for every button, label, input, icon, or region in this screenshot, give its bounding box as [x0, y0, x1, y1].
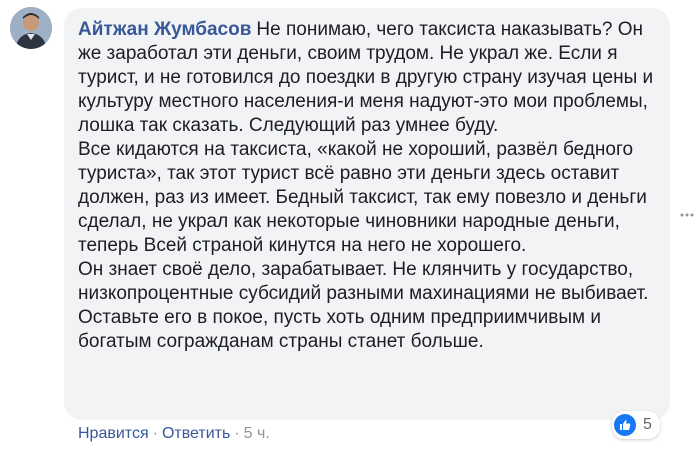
separator: · — [234, 425, 240, 442]
separator: · — [152, 425, 158, 442]
comment-paragraph-3: Он знает своё дело, зарабатывает. Не кля… — [78, 259, 649, 352]
comment-paragraph-2: Все кидаются на таксиста, «какой не хоро… — [78, 139, 647, 256]
reactions-summary[interactable]: 5 — [612, 411, 660, 439]
reply-link[interactable]: Ответить — [162, 425, 230, 443]
comment-bubble: Айтжан Жумбасов Не понимаю, чего таксиста… — [64, 8, 670, 420]
reaction-count: 5 — [643, 416, 652, 433]
comment-actions: Нравится · Ответить · 5 ч. — [78, 425, 270, 443]
more-options-icon[interactable] — [679, 207, 695, 223]
author-name[interactable]: Айтжан Жумбасов — [78, 19, 251, 40]
thumbs-up-icon — [614, 414, 636, 436]
comment-body: Айтжан Жумбасов Не понимаю, чего таксиста… — [78, 18, 658, 354]
timestamp[interactable]: 5 ч. — [244, 425, 270, 443]
avatar[interactable] — [10, 7, 52, 49]
comment-container: Айтжан Жумбасов Не понимаю, чего таксиста… — [0, 0, 700, 449]
like-link[interactable]: Нравится — [78, 425, 149, 443]
